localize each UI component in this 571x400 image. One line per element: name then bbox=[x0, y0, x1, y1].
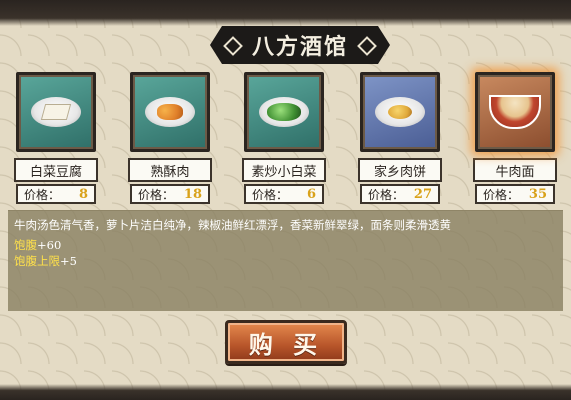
price-label: 价格： bbox=[24, 187, 61, 202]
price-value: 6 bbox=[306, 186, 316, 202]
price-value: 27 bbox=[413, 186, 432, 202]
item-description: 牛肉汤色清气香，萝卜片洁白纯净，辣椒油鲜红漂浮，香菜新鲜翠绿，面条则柔滑透黄 bbox=[14, 218, 451, 232]
item-name: 熟酥肉 bbox=[128, 158, 212, 182]
price-value: 35 bbox=[528, 186, 547, 202]
item-price-row: 价格： 18 bbox=[130, 184, 210, 204]
menu-item-meat-pie[interactable]: 家乡肉饼 价格： 27 bbox=[358, 72, 442, 204]
beef-noodle-bowl-icon[interactable] bbox=[475, 72, 555, 152]
stat-satiety-max: 饱腹上限+5 bbox=[14, 253, 77, 269]
buy-label: 购 买 bbox=[248, 329, 324, 359]
tofu-cabbage-dish-icon[interactable] bbox=[16, 72, 96, 152]
fried-pork-dish-icon[interactable] bbox=[130, 72, 210, 152]
price-label: 价格： bbox=[483, 187, 520, 202]
menu-item-tofu[interactable]: 白菜豆腐 价格： 8 bbox=[14, 72, 98, 204]
shop-title-banner: 八方酒馆 bbox=[210, 26, 390, 64]
price-value: 18 bbox=[183, 186, 202, 202]
bottom-ink-border bbox=[0, 384, 571, 400]
price-value: 8 bbox=[78, 186, 88, 202]
item-name: 牛肉面 bbox=[473, 158, 557, 182]
stat-label: 饱腹上限 bbox=[14, 254, 60, 268]
item-description-panel: 牛肉汤色清气香，萝卜片洁白纯净，辣椒油鲜红漂浮，香菜新鲜翠绿，面条则柔滑透黄 饱… bbox=[8, 210, 563, 311]
stat-label: 饱腹 bbox=[14, 238, 37, 252]
buy-button[interactable]: 购 买 bbox=[225, 320, 347, 364]
price-label: 价格： bbox=[368, 187, 405, 202]
item-price-row: 价格： 27 bbox=[360, 184, 440, 204]
stat-satiety: 饱腹+60 bbox=[14, 237, 61, 253]
item-name: 白菜豆腐 bbox=[14, 158, 98, 182]
top-ink-border bbox=[0, 0, 571, 26]
shop-title: 八方酒馆 bbox=[251, 34, 348, 60]
item-name: 家乡肉饼 bbox=[358, 158, 442, 182]
price-label: 价格： bbox=[252, 187, 289, 202]
item-price-row: 价格： 35 bbox=[475, 184, 555, 204]
item-price-row: 价格： 6 bbox=[244, 184, 324, 204]
stat-value: +60 bbox=[37, 238, 62, 252]
stat-value: +5 bbox=[60, 254, 77, 268]
menu-item-bokchoy[interactable]: 素炒小白菜 价格： 6 bbox=[242, 72, 326, 204]
meat-pie-dish-icon[interactable] bbox=[360, 72, 440, 152]
stir-fried-bokchoy-dish-icon[interactable] bbox=[244, 72, 324, 152]
menu-item-fried-pork[interactable]: 熟酥肉 价格： 18 bbox=[128, 72, 212, 204]
item-name: 素炒小白菜 bbox=[242, 158, 326, 182]
item-price-row: 价格： 8 bbox=[16, 184, 96, 204]
price-label: 价格： bbox=[138, 187, 175, 202]
menu-item-beef-noodle[interactable]: 牛肉面 价格： 35 bbox=[473, 72, 557, 204]
